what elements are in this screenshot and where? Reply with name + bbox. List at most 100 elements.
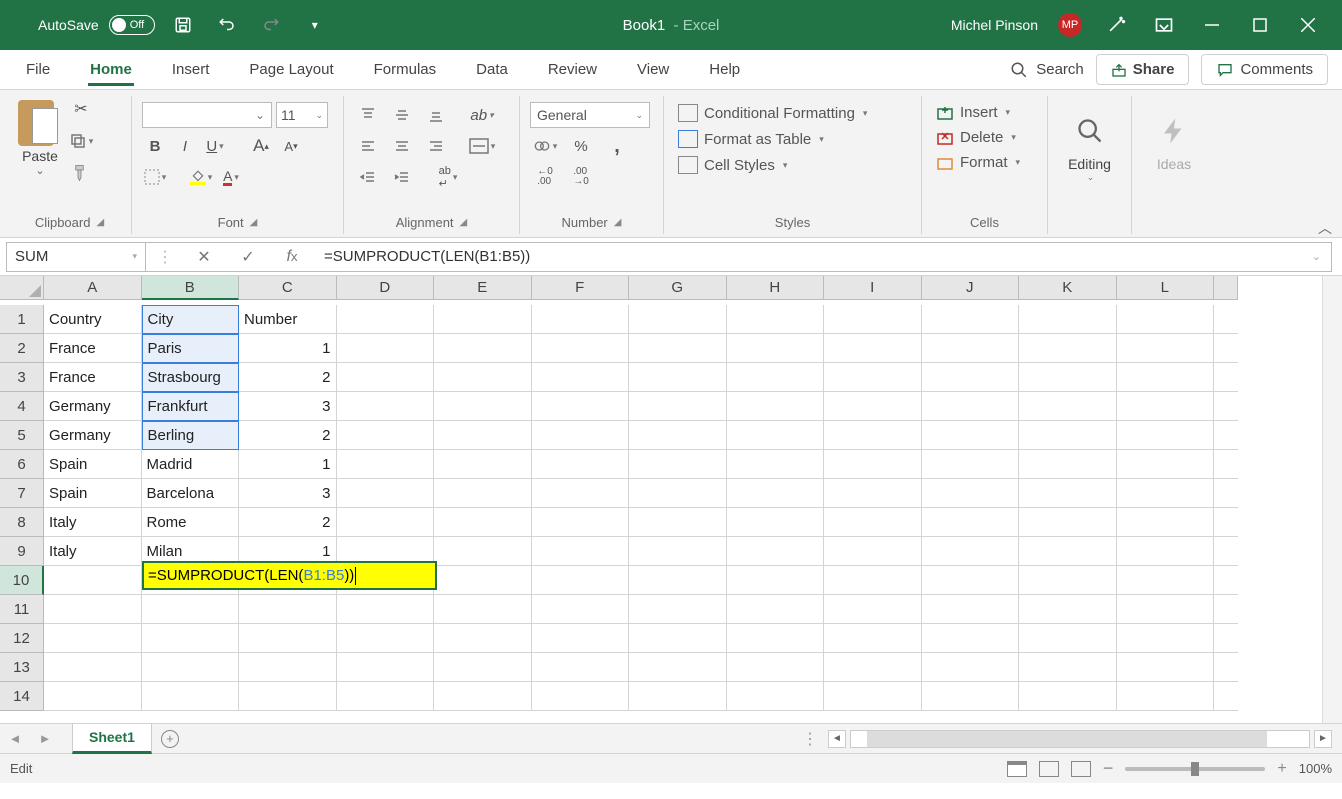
row-header[interactable]: 5 (0, 421, 44, 450)
increase-indent-button[interactable] (388, 164, 416, 190)
collapse-ribbon-icon[interactable]: ︿ (1318, 218, 1332, 238)
hscroll-left[interactable]: ◄ (828, 730, 846, 748)
column-header[interactable]: J (922, 276, 1020, 300)
vertical-scrollbar[interactable] (1322, 276, 1342, 723)
cell[interactable]: France (44, 334, 142, 363)
borders-button[interactable]: ▾ (142, 164, 168, 190)
cell[interactable] (434, 363, 532, 392)
cell[interactable] (629, 566, 727, 595)
row-header[interactable]: 8 (0, 508, 44, 537)
cell[interactable] (1214, 305, 1238, 334)
add-sheet-button[interactable]: + (152, 730, 188, 748)
cell[interactable] (824, 624, 922, 653)
increase-decimal-button[interactable]: ←0.00 (530, 164, 560, 190)
cell[interactable] (922, 653, 1020, 682)
redo-icon[interactable] (261, 15, 281, 35)
cell[interactable] (824, 537, 922, 566)
cell[interactable]: France (44, 363, 142, 392)
cell[interactable] (1117, 653, 1215, 682)
cell[interactable] (629, 537, 727, 566)
cell[interactable] (1117, 450, 1215, 479)
cell[interactable] (434, 566, 532, 595)
launcher-icon[interactable]: ◢ (614, 217, 622, 228)
cell[interactable] (1019, 450, 1117, 479)
cell[interactable] (1117, 566, 1215, 595)
cell[interactable] (629, 421, 727, 450)
cell[interactable] (824, 479, 922, 508)
cell[interactable] (1214, 363, 1238, 392)
cell[interactable] (239, 653, 337, 682)
page-layout-view-icon[interactable] (1039, 761, 1059, 777)
cell[interactable]: 3 (239, 479, 337, 508)
cell-styles-button[interactable]: Cell Styles▾ (674, 156, 791, 174)
ribbon-mode-icon[interactable] (1150, 11, 1178, 39)
font-color-button[interactable]: A▾ (218, 164, 244, 190)
cell[interactable] (727, 363, 825, 392)
launcher-icon[interactable]: ◢ (250, 217, 258, 228)
number-format-select[interactable]: General⌄ (530, 102, 650, 128)
cell[interactable] (434, 334, 532, 363)
cell[interactable] (1214, 479, 1238, 508)
cell[interactable] (629, 363, 727, 392)
cell[interactable] (629, 479, 727, 508)
cell[interactable]: Italy (44, 508, 142, 537)
cell[interactable] (239, 682, 337, 711)
cell[interactable] (727, 653, 825, 682)
cell[interactable] (922, 566, 1020, 595)
zoom-in-button[interactable]: + (1277, 760, 1286, 778)
cell[interactable] (727, 595, 825, 624)
row-header[interactable]: 14 (0, 682, 44, 711)
ideas-button[interactable]: Ideas (1142, 96, 1206, 172)
format-cells-button[interactable]: Format▾ (932, 154, 1024, 171)
tab-formulas[interactable]: Formulas (372, 53, 439, 86)
close-button[interactable] (1294, 11, 1322, 39)
cell[interactable] (337, 392, 435, 421)
cell[interactable] (142, 595, 240, 624)
cell[interactable] (1019, 682, 1117, 711)
cell[interactable] (532, 508, 630, 537)
cell[interactable] (629, 595, 727, 624)
page-break-view-icon[interactable] (1071, 761, 1091, 777)
cell[interactable]: Germany (44, 392, 142, 421)
cell[interactable] (532, 421, 630, 450)
name-box[interactable]: SUM▾ (6, 242, 146, 272)
zoom-level[interactable]: 100% (1299, 761, 1332, 776)
decrease-decimal-button[interactable]: .00→0 (566, 164, 596, 190)
cell[interactable] (1019, 305, 1117, 334)
cell[interactable] (337, 363, 435, 392)
cell[interactable] (1117, 334, 1215, 363)
sheet-tab[interactable]: Sheet1 (72, 724, 152, 754)
cell[interactable] (532, 653, 630, 682)
cell[interactable] (434, 653, 532, 682)
cell[interactable] (922, 537, 1020, 566)
cell[interactable] (824, 363, 922, 392)
cell[interactable] (1019, 653, 1117, 682)
column-header[interactable]: G (629, 276, 727, 300)
comments-button[interactable]: Comments (1201, 54, 1328, 85)
cell[interactable] (727, 566, 825, 595)
cell[interactable] (922, 508, 1020, 537)
cell[interactable]: Number (239, 305, 337, 334)
cell[interactable] (1117, 479, 1215, 508)
cell[interactable] (142, 624, 240, 653)
cell[interactable]: 2 (239, 421, 337, 450)
align-left-button[interactable] (354, 133, 382, 159)
cell[interactable] (434, 508, 532, 537)
cell[interactable]: Germany (44, 421, 142, 450)
cell[interactable] (824, 508, 922, 537)
cell[interactable] (44, 566, 142, 595)
cell[interactable] (1117, 421, 1215, 450)
cell[interactable] (727, 537, 825, 566)
cell[interactable] (142, 653, 240, 682)
orientation-button[interactable]: ab▾ (468, 102, 496, 128)
column-header[interactable] (1214, 276, 1238, 300)
underline-button[interactable]: U▾ (202, 133, 228, 159)
avatar[interactable]: MP (1058, 13, 1082, 37)
save-icon[interactable] (173, 15, 193, 35)
cell[interactable] (1019, 624, 1117, 653)
horizontal-scrollbar[interactable] (850, 730, 1310, 748)
grow-font-button[interactable]: A▴ (248, 133, 274, 159)
column-header[interactable]: D (337, 276, 435, 300)
editing-button[interactable]: Editing ⌄ (1058, 96, 1121, 183)
normal-view-icon[interactable] (1007, 761, 1027, 777)
